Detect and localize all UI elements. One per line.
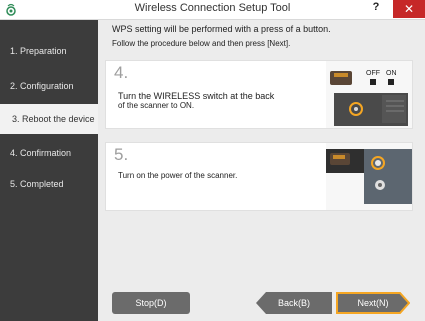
switch-off-label: OFF — [366, 70, 380, 77]
next-button[interactable]: Next(N) — [336, 292, 410, 314]
step-card-4: 4. Turn the WIRELESS switch at the back … — [106, 61, 412, 128]
sidebar-step-configuration: 2. Configuration — [10, 81, 74, 91]
wireless-switch-illustration: OFF ON — [326, 61, 412, 128]
step-instruction: Turn the WIRELESS switch at the back of … — [118, 91, 275, 110]
back-button[interactable]: Back(B) — [256, 292, 332, 314]
step-sidebar: 1. Preparation 2. Configuration 3. Reboo… — [0, 20, 98, 321]
help-button[interactable]: ? — [365, 1, 387, 17]
instruction-subtext: Follow the procedure below and then pres… — [112, 39, 291, 48]
sidebar-step-completed: 5. Completed — [10, 179, 64, 189]
step-number: 4. — [114, 63, 129, 82]
instruction-text: WPS setting will be performed with a pre… — [112, 24, 331, 34]
sidebar-step-confirmation: 4. Confirmation — [10, 148, 72, 158]
stop-button[interactable]: Stop(D) — [112, 292, 190, 314]
title-bar: Wireless Connection Setup Tool ? ✕ — [0, 0, 425, 20]
switch-on-label: ON — [386, 70, 397, 77]
step-number: 5. — [114, 145, 129, 164]
close-button[interactable]: ✕ — [393, 0, 425, 18]
sidebar-step-reboot-device: 3. Reboot the device — [0, 104, 98, 134]
step-instruction: Turn on the power of the scanner. — [118, 171, 238, 180]
step-card-5: 5. Turn on the power of the scanner. — [106, 143, 412, 210]
window-title: Wireless Connection Setup Tool — [134, 2, 291, 14]
power-button-illustration — [326, 143, 412, 210]
sidebar-step-preparation: 1. Preparation — [10, 46, 67, 56]
